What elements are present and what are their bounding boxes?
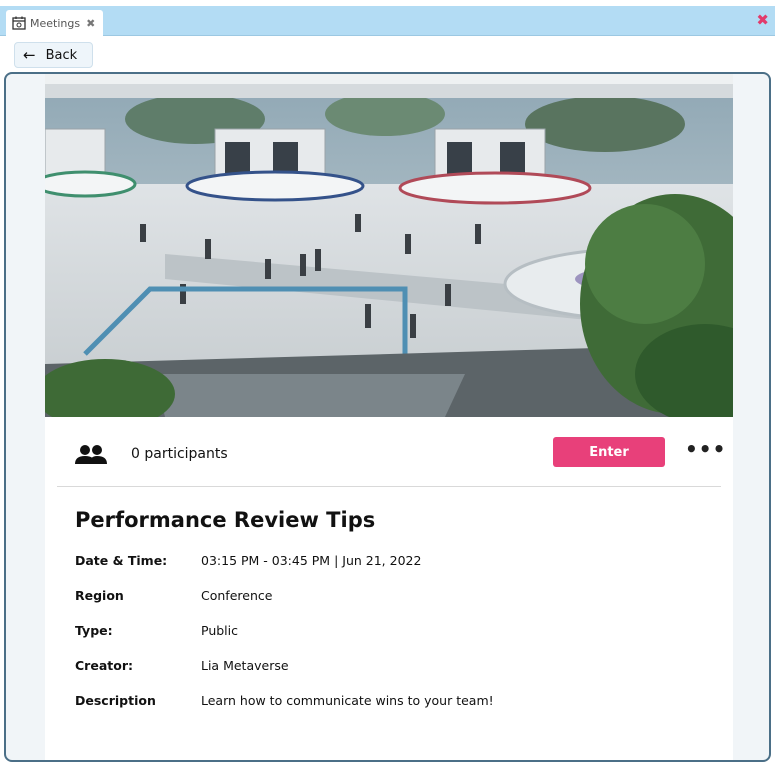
participants-icon [75,444,107,466]
divider [57,486,721,487]
detail-label: Type: [75,623,113,638]
more-options-icon[interactable]: ••• [685,439,726,459]
calendar-icon [12,16,26,30]
detail-label: Region [75,588,124,603]
window-titlebar: Meetings ✖ ✖ [0,6,775,36]
tab-label: Meetings [30,16,81,30]
meeting-details: Date & Time: 03:15 PM - 03:45 PM | Jun 2… [75,553,494,728]
detail-value: Conference [201,588,273,603]
tab-meetings[interactable]: Meetings ✖ [6,10,103,36]
detail-value: Learn how to communicate wins to your te… [201,693,494,708]
tab-close-icon[interactable]: ✖ [86,17,95,30]
detail-row-type: Type: Public [75,623,494,658]
close-icon[interactable]: ✖ [756,10,769,30]
detail-value: Public [201,623,238,638]
back-label: Back [45,47,78,63]
detail-value: 03:15 PM - 03:45 PM | Jun 21, 2022 [201,553,422,568]
meeting-venue-image [45,74,733,417]
meeting-panel: 0 participants Enter ••• Performance Rev… [4,72,771,762]
back-button[interactable]: ← Back [14,42,93,68]
meeting-card: 0 participants Enter ••• Performance Rev… [45,74,733,760]
meeting-action-row: 0 participants Enter ••• [45,417,733,485]
detail-label: Creator: [75,658,133,673]
detail-row-region: Region Conference [75,588,494,623]
enter-button[interactable]: Enter [553,437,665,467]
detail-value: Lia Metaverse [201,658,289,673]
detail-row-description: Description Learn how to communicate win… [75,693,494,728]
detail-row-creator: Creator: Lia Metaverse [75,658,494,693]
detail-row-datetime: Date & Time: 03:15 PM - 03:45 PM | Jun 2… [75,553,494,588]
detail-label: Date & Time: [75,553,168,568]
meeting-title: Performance Review Tips [75,508,376,532]
detail-label: Description [75,693,156,708]
arrow-left-icon: ← [23,46,36,64]
participants-count: 0 participants [131,446,228,462]
